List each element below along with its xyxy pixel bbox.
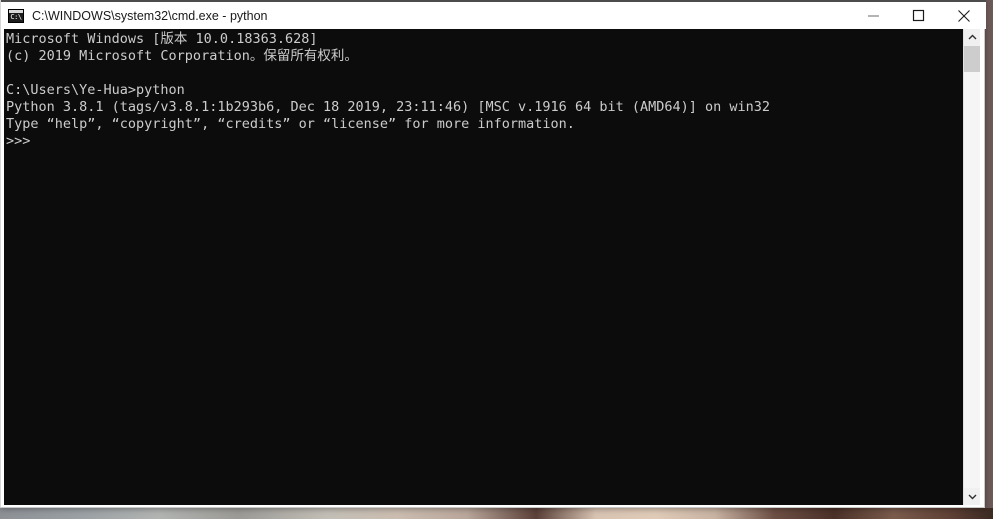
cmd-window[interactable]: C:\ C:\WINDOWS\system32\cmd.exe - python [0, 0, 986, 508]
cmd-icon-label: C:\ [10, 12, 22, 21]
cmd-icon: C:\ [8, 8, 24, 23]
minimize-button[interactable] [851, 2, 896, 29]
scrollbar-thumb[interactable] [964, 46, 980, 72]
minimize-icon [868, 15, 879, 17]
scrollbar-track[interactable] [964, 72, 980, 488]
console-output-area[interactable]: Microsoft Windows [版本 10.0.18363.628] (c… [4, 29, 965, 505]
maximize-icon [912, 9, 925, 22]
vertical-scrollbar[interactable] [963, 29, 980, 505]
maximize-button[interactable] [896, 2, 941, 29]
chevron-down-icon [968, 494, 976, 500]
window-controls [851, 2, 986, 29]
title-bar[interactable]: C:\ C:\WINDOWS\system32\cmd.exe - python [1, 2, 986, 29]
console-text: Microsoft Windows [版本 10.0.18363.628] (c… [6, 31, 771, 149]
close-icon [957, 9, 970, 22]
scroll-up-arrow[interactable] [964, 29, 980, 46]
chevron-up-icon [968, 34, 976, 40]
close-button[interactable] [941, 2, 986, 29]
window-title: C:\WINDOWS\system32\cmd.exe - python [32, 8, 268, 23]
scroll-down-arrow[interactable] [964, 488, 980, 505]
